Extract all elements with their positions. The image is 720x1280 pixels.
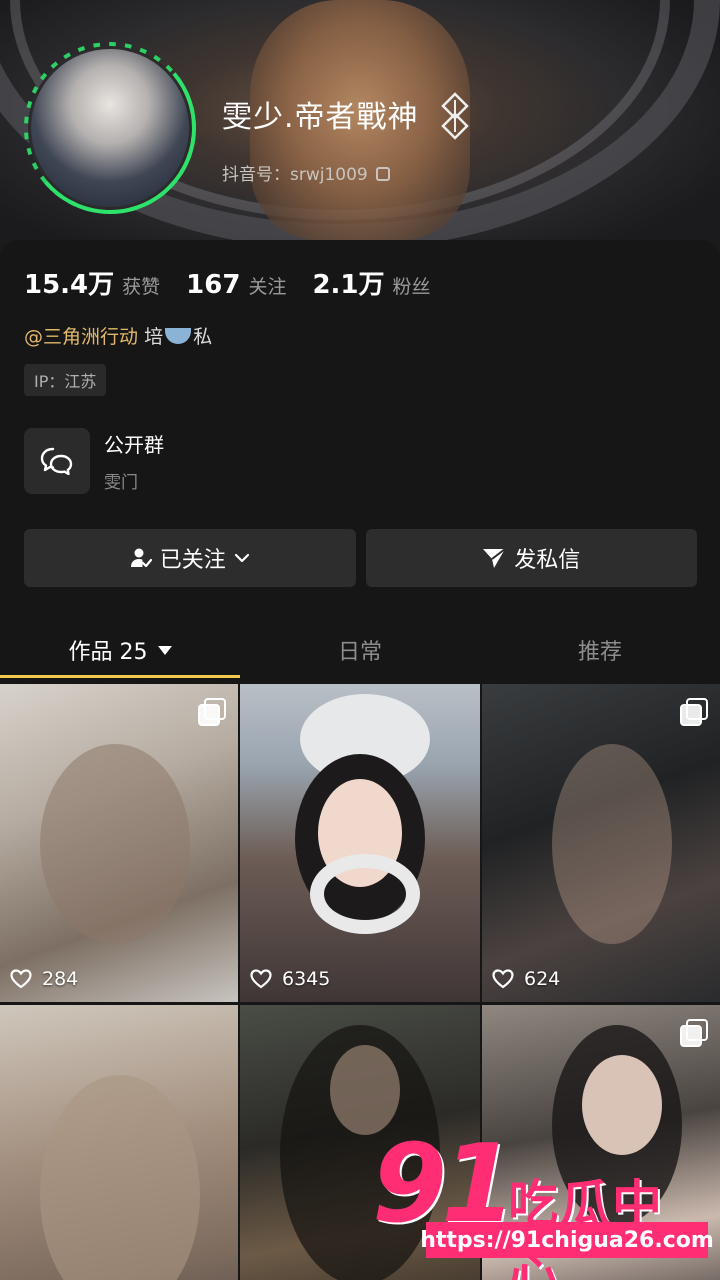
stat-value: 167 xyxy=(186,270,241,300)
stat-likes[interactable]: 15.4万 获赞 xyxy=(24,264,160,301)
tab-daily[interactable]: 日常 xyxy=(240,622,480,678)
tab-label: 作品 25 xyxy=(68,640,148,665)
ip-location-tag: IP：江苏 xyxy=(24,364,107,396)
multi-image-icon xyxy=(198,698,226,726)
chevron-down-icon xyxy=(234,553,249,563)
post-thumbnail xyxy=(40,1075,200,1280)
post-thumbnail xyxy=(552,744,672,944)
multi-image-icon xyxy=(680,698,708,726)
post-tile[interactable]: 284 xyxy=(0,684,238,1002)
following-label: 已关注 xyxy=(159,548,226,573)
post-tile[interactable]: 6345 xyxy=(240,684,480,1002)
public-group-entry[interactable]: 公开群 雯门 xyxy=(24,428,164,494)
tab-recommended[interactable]: 推荐 xyxy=(480,622,720,678)
tab-label: 日常 xyxy=(337,640,382,665)
watermark-url: https://91chigua26.com xyxy=(420,1222,714,1258)
post-tile[interactable] xyxy=(0,1005,238,1280)
caret-down-icon xyxy=(157,645,172,655)
send-icon xyxy=(483,548,506,568)
tab-works[interactable]: 作品 25 xyxy=(0,622,240,678)
user-check-icon xyxy=(130,548,152,568)
group-chat-icon xyxy=(24,428,90,494)
heart-icon xyxy=(10,969,32,989)
stat-value: 2.1万 xyxy=(312,270,385,300)
post-tile[interactable]: 624 xyxy=(482,684,720,1002)
stat-label: 获赞 xyxy=(122,276,161,298)
live-ring-icon xyxy=(24,42,196,214)
post-likes: 284 xyxy=(10,968,78,990)
following-button[interactable]: 已关注 xyxy=(24,529,356,587)
likes-count: 284 xyxy=(42,968,79,990)
avatar[interactable] xyxy=(24,42,206,224)
post-likes: 624 xyxy=(492,968,560,990)
douyin-id-text: 抖音号：srwj1009 xyxy=(222,165,368,185)
bowl-emoji-icon xyxy=(165,328,192,344)
bio-text: 私 xyxy=(193,326,213,348)
profile-panel: 15.4万 获赞 167 关注 2.1万 粉丝 @三角洲行动 培私 IP：江苏 … xyxy=(0,240,720,678)
message-label: 发私信 xyxy=(514,548,581,573)
post-thumbnail xyxy=(40,744,190,944)
stat-label: 关注 xyxy=(248,276,287,298)
profile-name: 雯少.帝者戰神 xyxy=(222,100,419,135)
profile-bio: @三角洲行动 培 私 xyxy=(24,322,212,349)
message-button[interactable]: 发私信 xyxy=(365,529,697,587)
heart-icon xyxy=(250,969,272,989)
likes-count: 624 xyxy=(524,968,561,990)
bio-text: 培 xyxy=(144,326,164,348)
douyin-id[interactable]: 抖音号：srwj1009 xyxy=(222,160,390,185)
profile-stats: 15.4万 获赞 167 关注 2.1万 粉丝 xyxy=(24,264,431,301)
post-thumbnail-detail xyxy=(310,854,420,934)
likes-count: 6345 xyxy=(282,968,331,990)
post-likes: 6345 xyxy=(250,968,330,990)
stat-followers[interactable]: 2.1万 粉丝 xyxy=(312,264,430,301)
heart-icon xyxy=(492,969,514,989)
content-tabs: 作品 25 日常 推荐 xyxy=(0,622,720,678)
bio-mention-link[interactable]: @三角洲行动 xyxy=(24,326,138,348)
rank-badge-icon[interactable] xyxy=(440,92,470,140)
group-title: 公开群 xyxy=(104,433,164,457)
watermark: 91 吃瓜中心 https://91chigua26.com xyxy=(372,1122,714,1280)
copy-icon[interactable] xyxy=(375,167,390,181)
stat-value: 15.4万 xyxy=(24,270,115,300)
profile-actions: 已关注 发私信 xyxy=(24,529,697,587)
stat-label: 粉丝 xyxy=(392,276,431,298)
tab-label: 推荐 xyxy=(577,640,622,665)
stat-following[interactable]: 167 关注 xyxy=(186,270,286,300)
group-subtitle: 雯门 xyxy=(104,473,138,493)
multi-image-icon xyxy=(680,1019,708,1047)
